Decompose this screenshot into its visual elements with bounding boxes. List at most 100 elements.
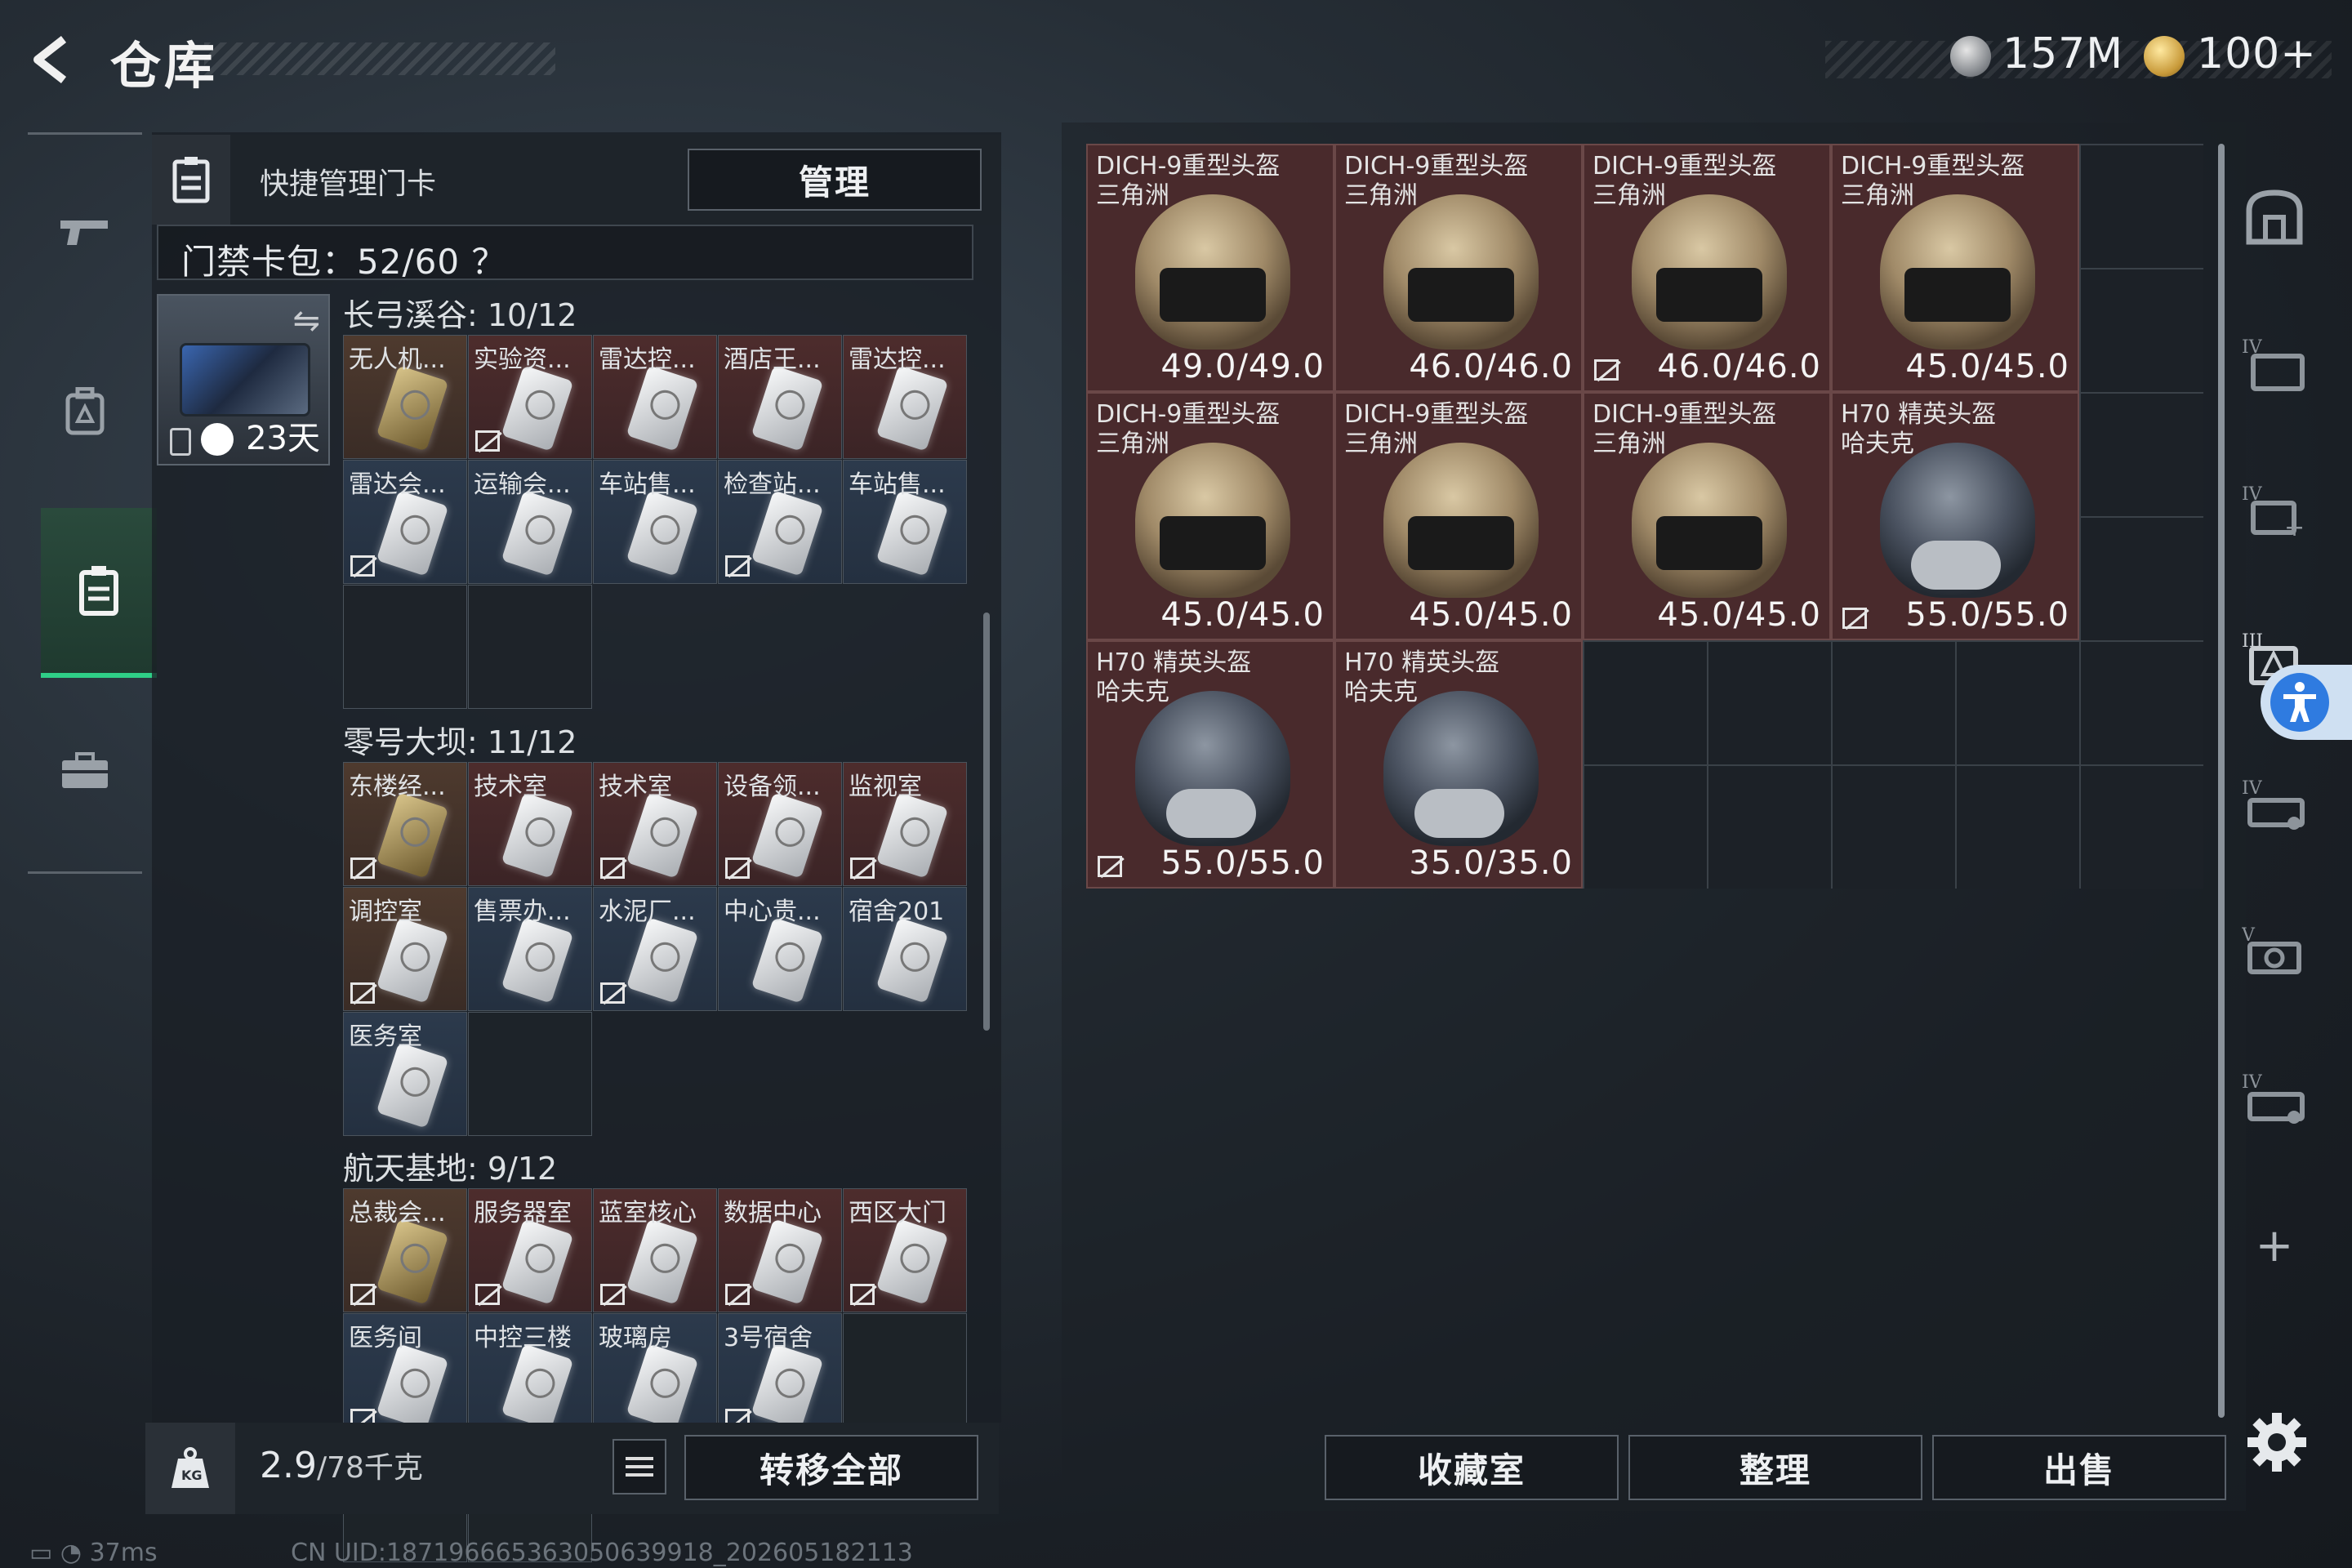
swap-icon[interactable]: ⇋ — [292, 302, 320, 340]
silver-currency-value: 157M — [2002, 29, 2124, 78]
no-trade-icon — [350, 1284, 375, 1305]
storage-tab-5[interactable]: V — [2230, 906, 2319, 996]
keycard-label: 玻璃房 — [599, 1324, 672, 1352]
keycard-label: 西区大门 — [849, 1199, 947, 1227]
back-arrow-icon[interactable] — [24, 31, 82, 88]
keycard-icon — [376, 917, 449, 1004]
keycard-slot[interactable]: 酒店王... — [718, 335, 842, 459]
keycard-slot[interactable]: 服务器室 — [468, 1188, 592, 1312]
organize-button[interactable]: 整理 — [1628, 1435, 1922, 1500]
inventory-item-helmet[interactable]: DICH-9重型头盔 三角洲 46.0/46.0 — [1334, 144, 1583, 392]
inventory-item-helmet[interactable]: DICH-9重型头盔 三角洲 45.0/45.0 — [1831, 144, 2079, 392]
keycard-slot[interactable]: 售票办... — [468, 887, 592, 1011]
keycard-slot[interactable]: 医务间 — [343, 1313, 467, 1437]
collection-room-button[interactable]: 收藏室 — [1325, 1435, 1619, 1500]
keycard-slot[interactable]: 无人机... — [343, 335, 467, 459]
keycard-slot[interactable]: 检查站... — [718, 460, 842, 584]
keycard-label: 车站售... — [849, 470, 946, 499]
gold-currency-value[interactable]: 100+ — [2197, 29, 2317, 78]
transfer-all-button[interactable]: 转移全部 — [684, 1435, 978, 1500]
svg-text:IV: IV — [2242, 778, 2263, 799]
keycard-slot[interactable]: 3号宿舍 — [718, 1313, 842, 1437]
keycard-icon — [376, 1042, 449, 1129]
inventory-item-helmet[interactable]: DICH-9重型头盔 三角洲 49.0/49.0 — [1086, 144, 1334, 392]
keycard-slot[interactable]: 水泥厂... — [593, 887, 717, 1011]
keycard-slot[interactable]: 西区大门 — [843, 1188, 967, 1312]
empty-keycard-slot[interactable] — [843, 1313, 967, 1437]
empty-keycard-slot[interactable] — [468, 585, 592, 709]
helmet-icon — [1135, 443, 1290, 598]
keycard-slot[interactable]: 技术室 — [593, 762, 717, 886]
keycard-slot[interactable]: 监视室 — [843, 762, 967, 886]
storage-tab-2[interactable]: IV + — [2230, 466, 2319, 555]
keycard-slot[interactable]: 调控室 — [343, 887, 467, 1011]
keycard-label: 雷达控... — [849, 345, 946, 374]
keycard-slot[interactable]: 设备领... — [718, 762, 842, 886]
nav-keycards[interactable] — [41, 508, 157, 678]
item-name-line2: 三角洲 — [1592, 181, 1666, 210]
inventory-item-helmet[interactable]: DICH-9重型头盔 三角洲 46.0/46.0 — [1583, 144, 1831, 392]
storage-tab-1[interactable]: IV — [2230, 318, 2319, 408]
keycard-slot[interactable]: 数据中心 — [718, 1188, 842, 1312]
item-name: DICH-9重型头盔 三角洲 — [1344, 152, 1528, 211]
card-pack-label: 门禁卡包：52/60 ？ — [181, 242, 507, 282]
accessibility-button[interactable] — [2261, 665, 2352, 740]
item-durability: 55.0/55.0 — [1160, 844, 1325, 882]
nav-briefcase[interactable] — [42, 728, 127, 813]
keycard-slot[interactable]: 蓝室核心 — [593, 1188, 717, 1312]
keycard-slot[interactable]: 中控三楼 — [468, 1313, 592, 1437]
item-name-line2: 三角洲 — [1592, 430, 1666, 458]
storage-tab-4[interactable]: IV — [2230, 760, 2319, 849]
keycard-slot[interactable]: 玻璃房 — [593, 1313, 717, 1437]
card-box-slot[interactable]: ⇋ 23天 — [157, 294, 330, 466]
keycard-icon — [626, 1343, 699, 1430]
inventory-item-helmet[interactable]: DICH-9重型头盔 三角洲 45.0/45.0 — [1334, 392, 1583, 640]
inventory-item-helmet[interactable]: H70 精英头盔 哈夫克 35.0/35.0 — [1334, 640, 1583, 889]
add-storage-button[interactable]: + — [2230, 1200, 2319, 1290]
keycard-slot[interactable]: 医务室 — [343, 1012, 467, 1136]
settings-gear-icon[interactable] — [2244, 1410, 2310, 1475]
list-icon[interactable] — [612, 1439, 666, 1494]
helmet-icon — [1632, 443, 1787, 598]
keycard-slot[interactable]: 雷达控... — [593, 335, 717, 459]
helmet-icon — [1383, 691, 1539, 846]
card-pack-capacity[interactable]: 门禁卡包：52/60 ？ — [157, 225, 973, 282]
inventory-item-helmet[interactable]: H70 精英头盔 哈夫克 55.0/55.0 — [1086, 640, 1334, 889]
item-name-line2: 哈夫克 — [1096, 678, 1169, 706]
empty-keycard-slot[interactable] — [343, 585, 467, 709]
keycard-slot[interactable]: 车站售... — [593, 460, 717, 584]
keycard-slot[interactable]: 雷达控... — [843, 335, 967, 459]
storage-tab-6[interactable]: IV — [2230, 1054, 2319, 1143]
keycard-scrollbar[interactable] — [983, 612, 990, 1031]
inventory-item-helmet[interactable]: DICH-9重型头盔 三角洲 45.0/45.0 — [1583, 392, 1831, 640]
nav-divider — [28, 871, 142, 874]
keycard-icon — [751, 1343, 824, 1430]
keycard-slot[interactable]: 宿舍201 — [843, 887, 967, 1011]
inventory-item-helmet[interactable]: DICH-9重型头盔 三角洲 45.0/45.0 — [1086, 392, 1334, 640]
keycard-slot[interactable]: 技术室 — [468, 762, 592, 886]
keycard-slot[interactable]: 车站售... — [843, 460, 967, 584]
keycard-label: 雷达控... — [599, 345, 696, 374]
inventory-item-helmet[interactable]: H70 精英头盔 哈夫克 55.0/55.0 — [1831, 392, 2079, 640]
inventory-scrollbar[interactable] — [2218, 144, 2225, 1418]
empty-keycard-slot[interactable] — [468, 1012, 592, 1136]
keycard-slot[interactable]: 总裁会... — [343, 1188, 467, 1312]
keycard-slot[interactable]: 雷达会... — [343, 460, 467, 584]
keycard-label: 东楼经... — [349, 773, 446, 801]
page-title: 仓库 — [110, 36, 219, 96]
keycard-label: 技术室 — [599, 773, 672, 801]
keycard-slot[interactable]: 中心贵... — [718, 887, 842, 1011]
nav-weapons[interactable] — [42, 189, 127, 274]
item-name: DICH-9重型头盔 三角洲 — [1096, 152, 1280, 211]
uid-text: CN UID:18719666536305063991​8_2026051821… — [291, 1539, 913, 1567]
keycard-slot[interactable]: 运输会... — [468, 460, 592, 584]
keycard-slot[interactable]: 东楼经... — [343, 762, 467, 886]
nav-backpack[interactable] — [42, 369, 127, 454]
item-name: DICH-9重型头盔 三角洲 — [1344, 400, 1528, 459]
sell-button[interactable]: 出售 — [1932, 1435, 2226, 1500]
no-trade-icon — [350, 982, 375, 1004]
manage-button[interactable]: 管理 — [688, 149, 982, 211]
item-name-line2: 哈夫克 — [1344, 678, 1418, 706]
vault-icon[interactable] — [2230, 172, 2319, 261]
keycard-slot[interactable]: 实验资... — [468, 335, 592, 459]
